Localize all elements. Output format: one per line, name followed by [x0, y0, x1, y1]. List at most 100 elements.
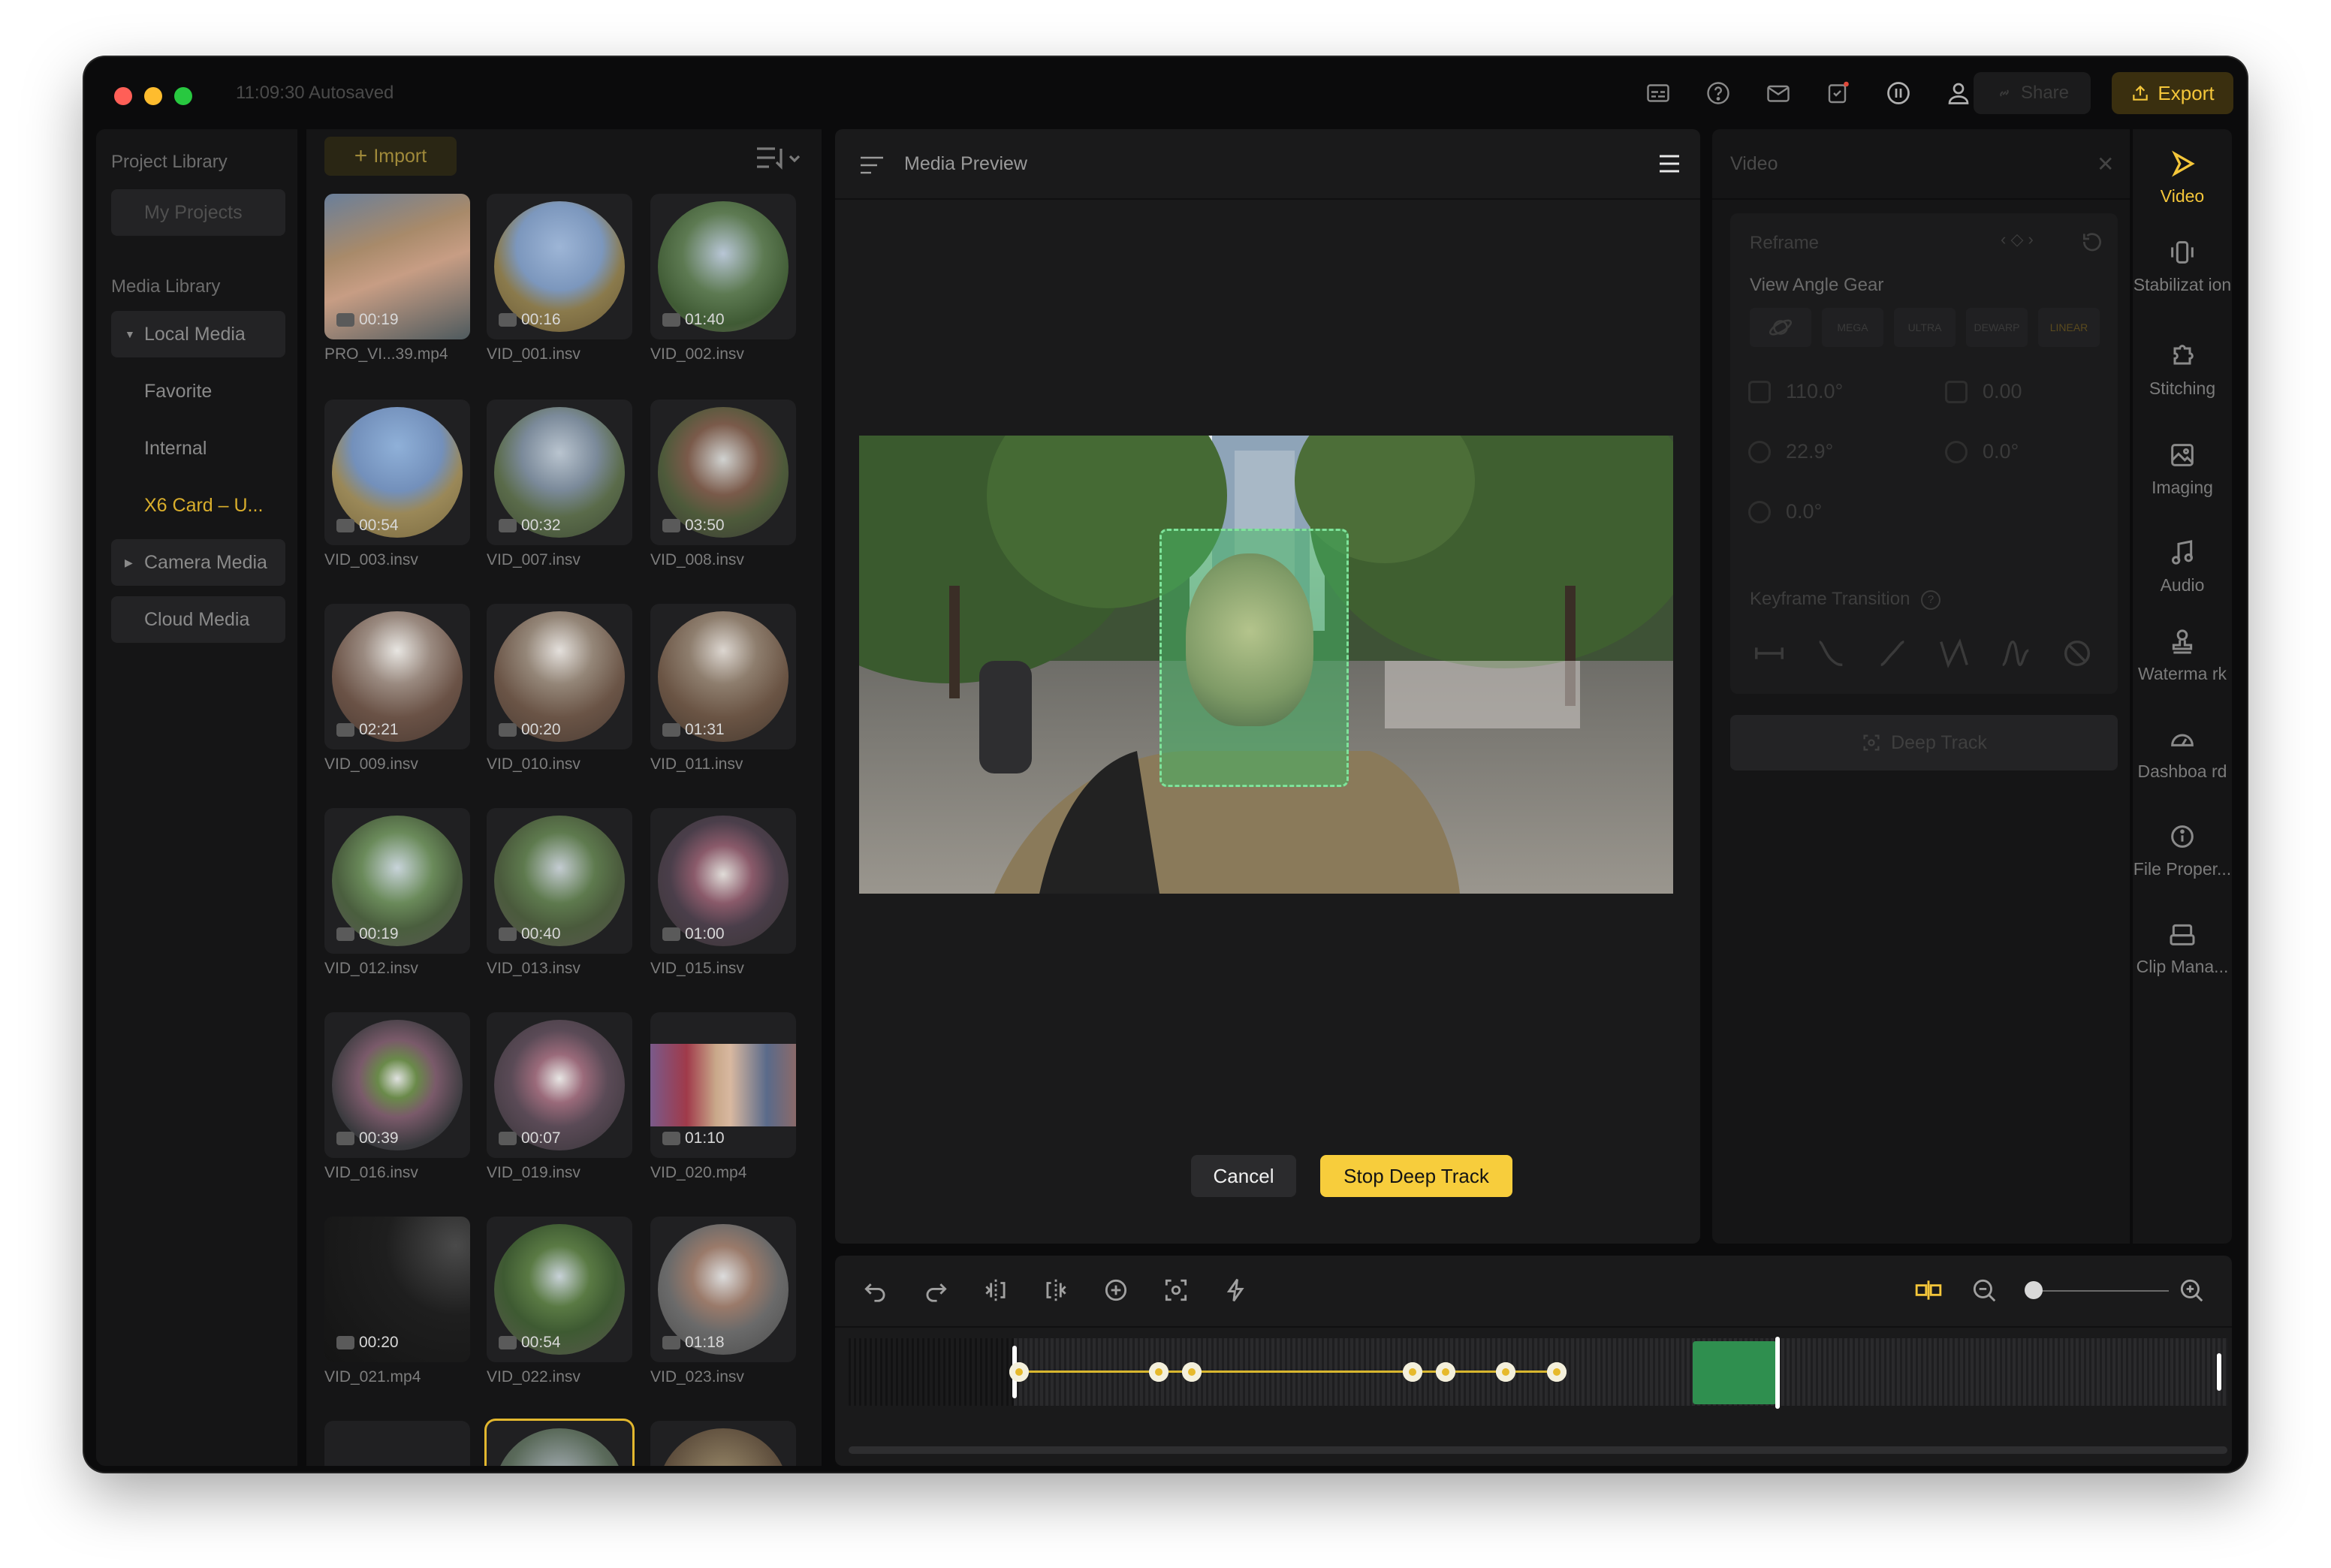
- keyframe-marker[interactable]: [1496, 1362, 1515, 1382]
- keyframe-marker[interactable]: [1149, 1362, 1169, 1382]
- transition-peak-icon[interactable]: [1996, 634, 2035, 673]
- close-icon[interactable]: ✕: [2097, 152, 2114, 176]
- my-projects-item[interactable]: My Projects: [111, 189, 285, 236]
- keyframe-marker[interactable]: [1009, 1362, 1029, 1382]
- transition-valley-icon[interactable]: [1934, 634, 1974, 673]
- sidebar-item-local-media[interactable]: ▼ Local Media: [111, 311, 285, 357]
- puzzle-icon: [2173, 345, 2194, 365]
- mail-icon[interactable]: [1762, 77, 1795, 110]
- media-thumbnail-selected[interactable]: [487, 1421, 632, 1466]
- keyframe-nav-icon[interactable]: ‹ ◇ ›: [2001, 230, 2034, 249]
- media-thumbnail[interactable]: 01:00: [650, 808, 796, 954]
- zoom-in-icon[interactable]: [2175, 1274, 2208, 1307]
- tab-file-properties[interactable]: File Proper...: [2133, 822, 2232, 882]
- tab-audio[interactable]: Audio: [2133, 538, 2232, 598]
- clip-end-marker[interactable]: [2217, 1353, 2221, 1391]
- media-thumbnail[interactable]: 00:19: [324, 808, 470, 954]
- media-thumbnail[interactable]: 03:50: [650, 400, 796, 545]
- tab-clip-manager[interactable]: Clip Mana...: [2133, 919, 2232, 979]
- zoom-window-button[interactable]: [174, 87, 192, 105]
- sidebar-item-camera-media[interactable]: ▶ Camera Media: [111, 539, 285, 586]
- close-window-button[interactable]: [114, 87, 132, 105]
- menu-icon[interactable]: [1658, 153, 1681, 174]
- keyframe-marker[interactable]: [1403, 1362, 1422, 1382]
- keyframe-marker[interactable]: [1547, 1362, 1567, 1382]
- subtitles-icon[interactable]: [1642, 77, 1675, 110]
- media-thumbnail[interactable]: 02:21: [324, 604, 470, 749]
- import-button[interactable]: + Import: [324, 137, 457, 176]
- tab-video[interactable]: Video: [2133, 149, 2232, 209]
- media-thumbnail[interactable]: 00:54: [324, 400, 470, 545]
- help-icon[interactable]: [1702, 77, 1735, 110]
- account-icon[interactable]: [1942, 77, 1975, 110]
- timeline-scrollbar[interactable]: [849, 1446, 2227, 1454]
- transition-ease-in-icon[interactable]: [1811, 634, 1850, 673]
- yaw-param[interactable]: 22.9°: [1748, 440, 1833, 463]
- share-button[interactable]: Share: [1974, 72, 2091, 114]
- flash-icon[interactable]: [1220, 1274, 1253, 1307]
- info-icon[interactable]: ?: [1921, 590, 1941, 610]
- gear-ultra[interactable]: ULTRA: [1894, 308, 1956, 347]
- media-thumbnail[interactable]: [650, 1421, 796, 1466]
- sidebar-item-internal[interactable]: Internal: [111, 425, 285, 472]
- reset-icon[interactable]: [2080, 230, 2104, 254]
- media-thumbnail[interactable]: 00:16: [487, 194, 632, 339]
- split-right-icon[interactable]: [1039, 1274, 1072, 1307]
- keyframe-marker[interactable]: [1182, 1362, 1202, 1382]
- media-thumbnail[interactable]: 00:20: [324, 1217, 470, 1362]
- media-thumbnail[interactable]: 00:54: [487, 1217, 632, 1362]
- media-thumbnail[interactable]: 00:19: [324, 194, 470, 339]
- roll-param[interactable]: 0.0°: [1748, 500, 1822, 523]
- tab-stabilization[interactable]: Stabilizat ion: [2133, 237, 2232, 297]
- gear-linear[interactable]: LINEAR: [2038, 308, 2100, 347]
- zoom-out-icon[interactable]: [1968, 1274, 2001, 1307]
- media-thumbnail[interactable]: 00:40: [487, 808, 632, 954]
- media-thumbnail[interactable]: [324, 1421, 470, 1466]
- transition-none-icon[interactable]: [2058, 634, 2097, 673]
- media-thumbnail[interactable]: 00:20: [487, 604, 632, 749]
- tab-watermark[interactable]: Waterma rk: [2133, 626, 2232, 686]
- cancel-button[interactable]: Cancel: [1191, 1155, 1296, 1197]
- add-keyframe-icon[interactable]: [1099, 1274, 1132, 1307]
- minimize-window-button[interactable]: [144, 87, 162, 105]
- undo-icon[interactable]: [859, 1274, 892, 1307]
- deep-track-segment[interactable]: [1693, 1341, 1777, 1404]
- media-thumbnail[interactable]: 01:31: [650, 604, 796, 749]
- tracking-box[interactable]: [1159, 529, 1349, 787]
- export-button[interactable]: Export: [2112, 72, 2233, 114]
- tab-dashboard[interactable]: Dashboa rd: [2133, 724, 2232, 784]
- zoom-slider[interactable]: [2029, 1290, 2169, 1292]
- tab-stitching[interactable]: Stitching: [2133, 341, 2232, 401]
- redo-icon[interactable]: [919, 1274, 952, 1307]
- tasks-icon[interactable]: [1822, 77, 1855, 110]
- list-icon[interactable]: [859, 155, 885, 176]
- keyframe-marker[interactable]: [1436, 1362, 1455, 1382]
- playhead[interactable]: [1775, 1337, 1780, 1409]
- fov-param[interactable]: 110.0°: [1748, 380, 1843, 403]
- media-thumbnail[interactable]: 00:07: [487, 1012, 632, 1158]
- sidebar-item-x6-card[interactable]: X6 Card – U...: [111, 482, 285, 529]
- split-left-icon[interactable]: [979, 1274, 1012, 1307]
- media-thumbnail[interactable]: 01:10: [650, 1012, 796, 1158]
- media-thumbnail[interactable]: 00:32: [487, 400, 632, 545]
- snap-icon[interactable]: [1912, 1274, 1945, 1307]
- insta360-icon[interactable]: [1882, 77, 1915, 110]
- sort-icon[interactable]: [754, 144, 802, 171]
- transition-ease-out-icon[interactable]: [1873, 634, 1912, 673]
- gear-dewarp[interactable]: DEWARP: [1966, 308, 2028, 347]
- tab-imaging[interactable]: Imaging: [2133, 440, 2232, 500]
- transition-linear-icon[interactable]: [1750, 634, 1789, 673]
- gear-planet-icon[interactable]: [1750, 308, 1811, 347]
- distance-param[interactable]: 0.00: [1945, 380, 2022, 403]
- gear-mega[interactable]: MEGA: [1822, 308, 1883, 347]
- media-thumbnail[interactable]: 00:39: [324, 1012, 470, 1158]
- stop-deep-track-button[interactable]: Stop Deep Track: [1320, 1155, 1512, 1197]
- zoom-slider-thumb[interactable]: [2025, 1281, 2043, 1299]
- media-thumbnail[interactable]: 01:18: [650, 1217, 796, 1362]
- deep-track-tool-icon[interactable]: [1159, 1274, 1193, 1307]
- media-thumbnail[interactable]: 01:40: [650, 194, 796, 339]
- sidebar-item-cloud-media[interactable]: Cloud Media: [111, 596, 285, 643]
- deep-track-button[interactable]: Deep Track: [1730, 715, 2118, 770]
- pitch-param[interactable]: 0.0°: [1945, 440, 2019, 463]
- sidebar-item-favorite[interactable]: Favorite: [111, 368, 285, 415]
